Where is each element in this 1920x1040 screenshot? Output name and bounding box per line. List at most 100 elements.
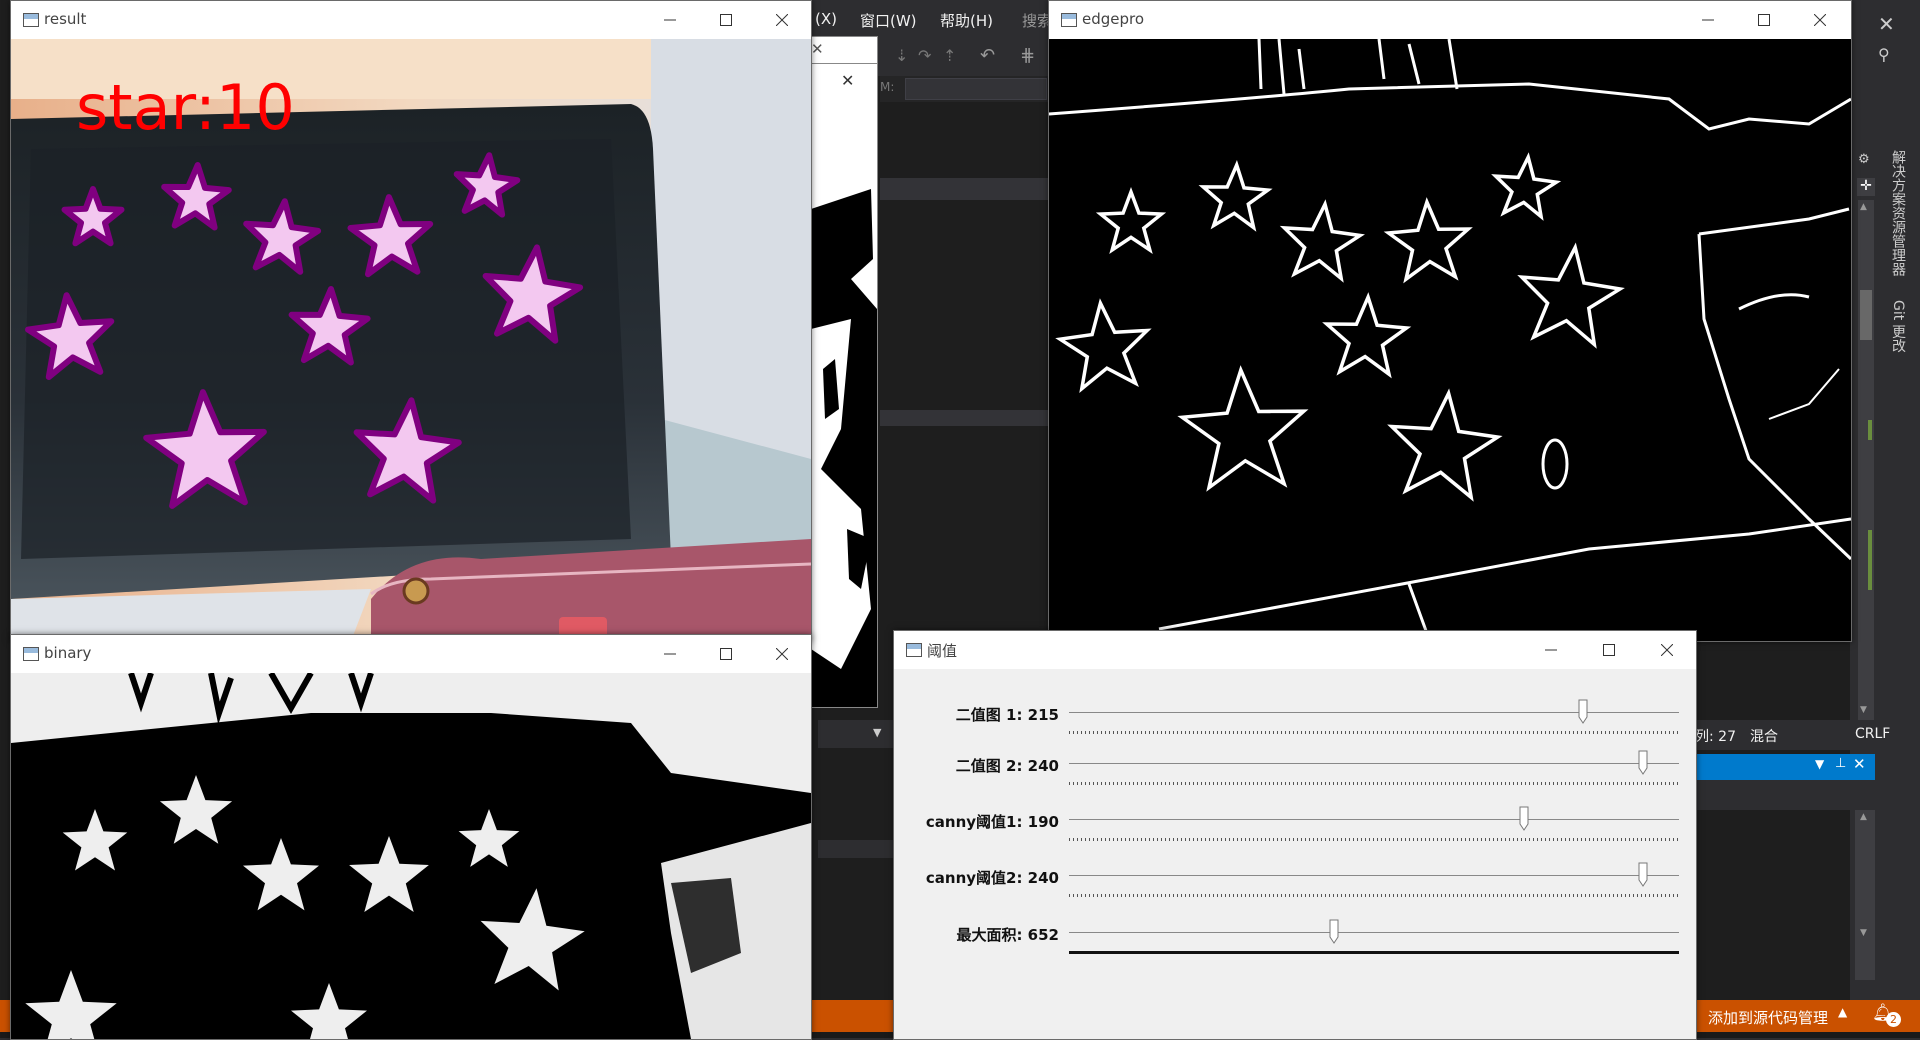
edgepro-canvas xyxy=(1049,39,1851,641)
trackbar-thumb[interactable] xyxy=(1638,750,1648,776)
change-marker-2 xyxy=(1868,530,1872,590)
trackbar-ticks xyxy=(1069,731,1679,734)
trackbar-label: canny阈值2: 240 xyxy=(925,869,1059,887)
binary-fragment-image xyxy=(811,109,877,707)
status-mode: 混合 xyxy=(1750,729,1778,745)
maximize-button-3[interactable] xyxy=(1735,1,1793,39)
minimize-button-3[interactable] xyxy=(1679,1,1737,39)
dropdown-icon-2[interactable]: ▼ xyxy=(873,726,881,739)
trackbar-ticks xyxy=(1069,838,1679,841)
editor-status: 列: 27 混合 xyxy=(1695,720,1855,750)
expand-icon[interactable]: ✛ xyxy=(1857,178,1875,196)
edgepro-titlebar[interactable]: edgepro xyxy=(1049,1,1851,39)
trackbar-ticks xyxy=(1069,782,1679,785)
minimize-button-4[interactable] xyxy=(1522,631,1580,669)
result-image: star:10 xyxy=(11,39,811,641)
binary-title: binary xyxy=(44,644,92,662)
trackbar-thumb[interactable] xyxy=(1329,919,1339,945)
tool-window-strip xyxy=(1695,780,1875,810)
status-col: 列: 27 xyxy=(1695,729,1736,745)
scroll-down-icon-2[interactable]: ▼ xyxy=(1860,928,1867,938)
edge-image xyxy=(1049,39,1851,641)
menu-item-window[interactable]: 窗口(W) xyxy=(860,10,917,31)
notification-badge: 2 xyxy=(1886,1012,1901,1027)
tool-window-header: ▼ ⊥ ✕ xyxy=(1695,754,1875,780)
close-button[interactable] xyxy=(753,1,811,39)
step-over-icon[interactable]: ↷ xyxy=(918,46,931,65)
scroll-up-icon[interactable]: ▲ xyxy=(1860,202,1867,212)
result-canvas: star:10 xyxy=(11,39,811,641)
solution-explorer-tab[interactable]: 解决方案资源管理器 xyxy=(1890,150,1908,276)
gear-icon[interactable]: ⚙ xyxy=(1858,152,1870,167)
threshold-window[interactable]: 阈值 二值图 1: 215 二值图 2: 240 canny阈值1: 190 c… xyxy=(893,630,1697,1040)
filter-label: M: xyxy=(880,80,895,94)
trackbar-track[interactable] xyxy=(1069,932,1679,933)
tool-window-scrollbar[interactable]: ▲ ▼ xyxy=(1855,810,1875,980)
close-button-2[interactable] xyxy=(753,635,811,673)
close-button-4[interactable] xyxy=(1638,631,1696,669)
step-out-icon[interactable]: ⇡ xyxy=(943,46,956,65)
add-to-source-control[interactable]: 添加到源代码管理 xyxy=(1708,1007,1828,1028)
close-icon[interactable]: ✕ xyxy=(1878,12,1895,36)
vs-filter-bar: M: xyxy=(880,76,1050,102)
close-icon-4[interactable]: ✕ xyxy=(811,40,824,58)
window-icon-4 xyxy=(906,643,922,657)
step-into-icon[interactable]: ⇣ xyxy=(895,46,908,65)
trackbar-thumb[interactable] xyxy=(1578,699,1588,725)
trackbar-ticks xyxy=(1069,951,1679,954)
result-titlebar[interactable]: result xyxy=(11,1,811,39)
edgepro-window[interactable]: edgepro xyxy=(1048,0,1852,642)
background-window[interactable]: ✕ xyxy=(810,62,878,708)
trackbar-label: 最大面积: 652 xyxy=(956,926,1059,944)
trackbar-thumb[interactable] xyxy=(1638,862,1648,888)
trackbar-ticks xyxy=(1069,894,1679,897)
result-title: result xyxy=(44,10,87,28)
trackbar-thumb[interactable] xyxy=(1519,806,1529,832)
binary-window[interactable]: binary xyxy=(10,634,812,1040)
editor-status-eol: CRLF xyxy=(1855,720,1920,750)
trackbar-label: 二值图 2: 240 xyxy=(955,757,1059,775)
minimize-button-2[interactable] xyxy=(641,635,699,673)
menu-item-tools[interactable]: (X) xyxy=(815,10,837,28)
status-eol[interactable]: CRLF xyxy=(1855,726,1890,742)
threshold-title: 阈值 xyxy=(927,642,958,660)
result-window[interactable]: result star:10 xyxy=(10,0,812,642)
trackbar-label: 二值图 1: 215 xyxy=(955,706,1059,724)
vs-panel-strip-2 xyxy=(880,410,1050,426)
vs-panel-strip xyxy=(880,178,1050,200)
binary-titlebar[interactable]: binary xyxy=(11,635,811,673)
binary-image xyxy=(11,673,811,1039)
maximize-button[interactable] xyxy=(697,1,755,39)
pin-icon[interactable]: ⚲ xyxy=(1878,45,1890,64)
trackbar-label: canny阈值1: 190 xyxy=(925,813,1059,831)
pin-icon-2[interactable]: ⊥ xyxy=(1835,756,1846,771)
minimize-button[interactable] xyxy=(641,1,699,39)
filter-input[interactable] xyxy=(905,78,1047,100)
trackbar-track[interactable] xyxy=(1069,819,1679,820)
maximize-button-2[interactable] xyxy=(697,635,755,673)
maximize-button-4[interactable] xyxy=(1580,631,1638,669)
window-icon-2 xyxy=(23,647,39,661)
format-icon[interactable]: ⋕ xyxy=(1020,45,1035,66)
chevron-up-icon[interactable]: ▲ xyxy=(1838,1005,1847,1019)
trackbar-track[interactable] xyxy=(1069,875,1679,876)
close-icon-3[interactable]: ✕ xyxy=(841,71,854,90)
background-window-top: ✕ xyxy=(810,36,878,64)
trackbar-track[interactable] xyxy=(1069,763,1679,764)
menu-item-help[interactable]: 帮助(H) xyxy=(940,10,993,31)
close-icon-2[interactable]: ✕ xyxy=(1853,755,1866,773)
window-icon xyxy=(23,13,39,27)
close-button-3[interactable] xyxy=(1791,1,1849,39)
star-count-overlay: star:10 xyxy=(76,71,295,144)
scroll-up-icon-2[interactable]: ▲ xyxy=(1860,812,1867,822)
background-window-canvas xyxy=(811,109,877,707)
threshold-titlebar[interactable]: 阈值 xyxy=(894,631,1696,669)
scrollbar-thumb[interactable] xyxy=(1860,290,1872,340)
scroll-down-icon[interactable]: ▼ xyxy=(1860,705,1867,715)
dropdown-icon[interactable]: ▼ xyxy=(1815,757,1824,771)
undo-icon[interactable]: ↶ xyxy=(980,45,995,66)
window-icon-3 xyxy=(1061,13,1077,27)
vertical-scrollbar[interactable]: ▲ ▼ xyxy=(1858,200,1874,720)
vs-panel-bar-2 xyxy=(818,840,894,858)
git-changes-tab[interactable]: Git 更改 xyxy=(1890,300,1908,353)
